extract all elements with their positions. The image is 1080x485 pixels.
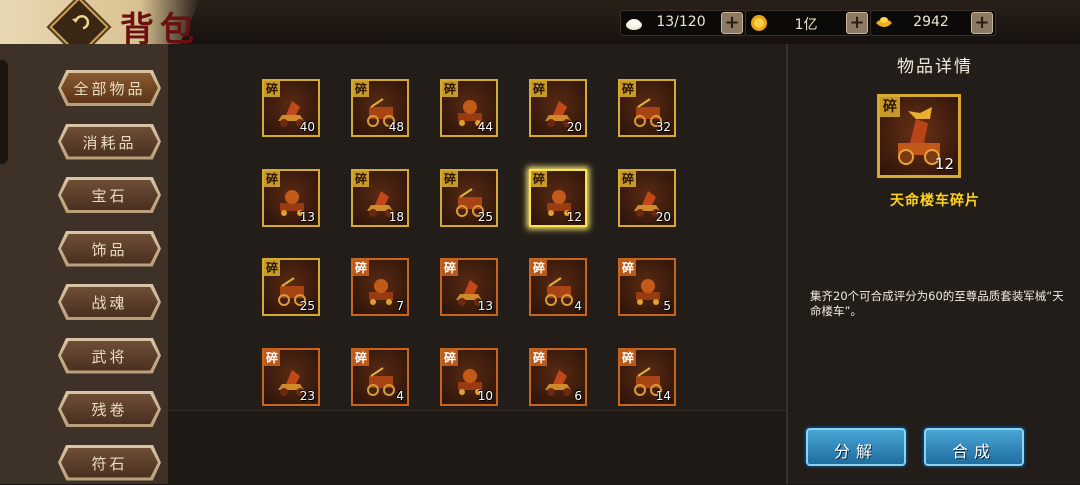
detail-count: 12 xyxy=(934,155,954,173)
resource-bun: 13/120 + xyxy=(620,10,746,36)
ingot-value: 2942 xyxy=(913,14,949,30)
item-slot[interactable]: 碎4 xyxy=(529,258,587,316)
item-slot[interactable]: 碎 13 xyxy=(440,258,498,316)
item-slot[interactable]: 碎 40 xyxy=(262,79,320,137)
category-tab[interactable]: 饰品 xyxy=(58,230,161,267)
item-slot[interactable]: 碎 48 xyxy=(351,79,409,137)
compose-button[interactable]: 合成 xyxy=(922,426,1026,468)
item-count: 10 xyxy=(477,388,493,403)
item-count: 18 xyxy=(388,209,404,224)
item-count: 32 xyxy=(655,120,671,134)
category-label: 战魂 xyxy=(91,294,128,312)
item-slot[interactable]: 碎 18 xyxy=(351,168,409,227)
category-label: 宝石 xyxy=(91,187,128,205)
item-slot[interactable]: 碎 25 xyxy=(262,258,320,316)
compose-label: 合成 xyxy=(951,442,996,461)
item-count: 14 xyxy=(655,388,671,403)
category-label: 武将 xyxy=(91,347,128,366)
item-count: 48 xyxy=(388,120,404,134)
decompose-button[interactable]: 分解 xyxy=(804,426,908,468)
add-coin-button[interactable]: + xyxy=(846,12,868,34)
coin-value: 1亿 xyxy=(794,17,818,33)
back-arrow-icon xyxy=(72,15,90,30)
grid-footer xyxy=(168,410,786,485)
category-tab[interactable]: 符石 xyxy=(58,444,161,481)
category-label: 符石 xyxy=(91,454,128,473)
category-tab[interactable]: 宝石 xyxy=(58,177,161,213)
add-ingot-button[interactable]: + xyxy=(971,12,993,34)
item-count: 7 xyxy=(396,299,404,313)
resource-ingot: 2942 + xyxy=(870,10,996,36)
gold-ingot-icon xyxy=(876,17,892,27)
detail-item-icon: 碎 12 xyxy=(877,94,961,178)
item-slot[interactable]: 碎 23 xyxy=(262,347,320,406)
item-slot[interactable]: 碎 20 xyxy=(529,79,587,137)
side-handle[interactable] xyxy=(0,60,8,164)
item-count: 4 xyxy=(396,388,404,403)
category-tab[interactable]: 武将 xyxy=(58,337,161,374)
item-slot[interactable]: 碎 32 xyxy=(618,79,676,137)
item-slot[interactable]: 碎 10 xyxy=(440,347,498,406)
category-tab[interactable]: 全部物品 xyxy=(58,70,161,106)
item-count: 4 xyxy=(574,299,582,313)
category-label: 残卷 xyxy=(91,401,128,419)
item-slot[interactable]: 碎7 xyxy=(351,258,409,316)
detail-item-name: 天命楼车碎片 xyxy=(890,193,980,209)
item-count: 25 xyxy=(299,299,315,313)
item-slot[interactable]: 碎 13 xyxy=(262,168,320,227)
item-slot[interactable]: 碎 12 xyxy=(529,168,587,227)
item-count: 13 xyxy=(477,299,493,313)
bun-icon xyxy=(626,19,642,30)
item-count: 5 xyxy=(663,299,671,313)
siege-weapon-icon xyxy=(636,279,660,305)
item-slot[interactable]: 碎4 xyxy=(351,347,409,406)
item-slot[interactable]: 碎6 xyxy=(529,347,587,406)
item-slot[interactable]: 碎5 xyxy=(618,258,676,316)
resource-coin: 1亿 + xyxy=(745,10,871,36)
item-count: 44 xyxy=(477,120,493,134)
category-tab[interactable]: 战魂 xyxy=(58,284,161,320)
item-count: 20 xyxy=(655,209,671,224)
item-slot[interactable]: 碎 44 xyxy=(440,79,498,137)
siege-weapon-icon xyxy=(545,277,573,306)
decompose-label: 分解 xyxy=(833,442,878,461)
siege-weapon-icon xyxy=(545,369,571,396)
bun-value: 13/120 xyxy=(656,14,706,30)
category-label: 饰品 xyxy=(91,240,128,259)
item-count: 25 xyxy=(477,209,493,224)
item-slot[interactable]: 碎 14 xyxy=(618,347,676,406)
item-count: 13 xyxy=(299,209,315,224)
item-slot[interactable]: 碎 20 xyxy=(618,168,676,227)
siege-weapon-icon xyxy=(367,366,395,396)
item-count: 23 xyxy=(299,388,315,403)
detail-panel: 物品详情 碎 12 天命楼车碎片 集齐20个可合成评分为60的至尊品质套装军械“… xyxy=(786,44,1080,484)
detail-description: 集齐20个可合成评分为60的至尊品质套装军械“天命楼车”。 xyxy=(810,289,1064,318)
category-label: 全部物品 xyxy=(73,80,146,98)
category-tab[interactable]: 残卷 xyxy=(58,391,161,427)
item-count: 20 xyxy=(566,120,582,134)
category-tab[interactable]: 消耗品 xyxy=(58,123,161,160)
siege-weapon-icon xyxy=(369,279,393,305)
detail-title: 物品详情 xyxy=(897,57,973,77)
item-count: 6 xyxy=(574,388,582,403)
gold-coin-icon xyxy=(751,15,767,31)
item-slot[interactable]: 碎 25 xyxy=(440,168,498,227)
item-count: 40 xyxy=(299,120,315,134)
add-bun-button[interactable]: + xyxy=(721,12,743,34)
item-grid[interactable]: 碎 40 碎 48 碎 44 碎 20 碎 32 碎 13 碎 18 碎 25 碎 12 碎 20 碎 25 碎 7 碎 13 碎 4… xyxy=(168,44,786,410)
category-label: 消耗品 xyxy=(82,133,137,152)
item-count: 12 xyxy=(566,209,582,224)
